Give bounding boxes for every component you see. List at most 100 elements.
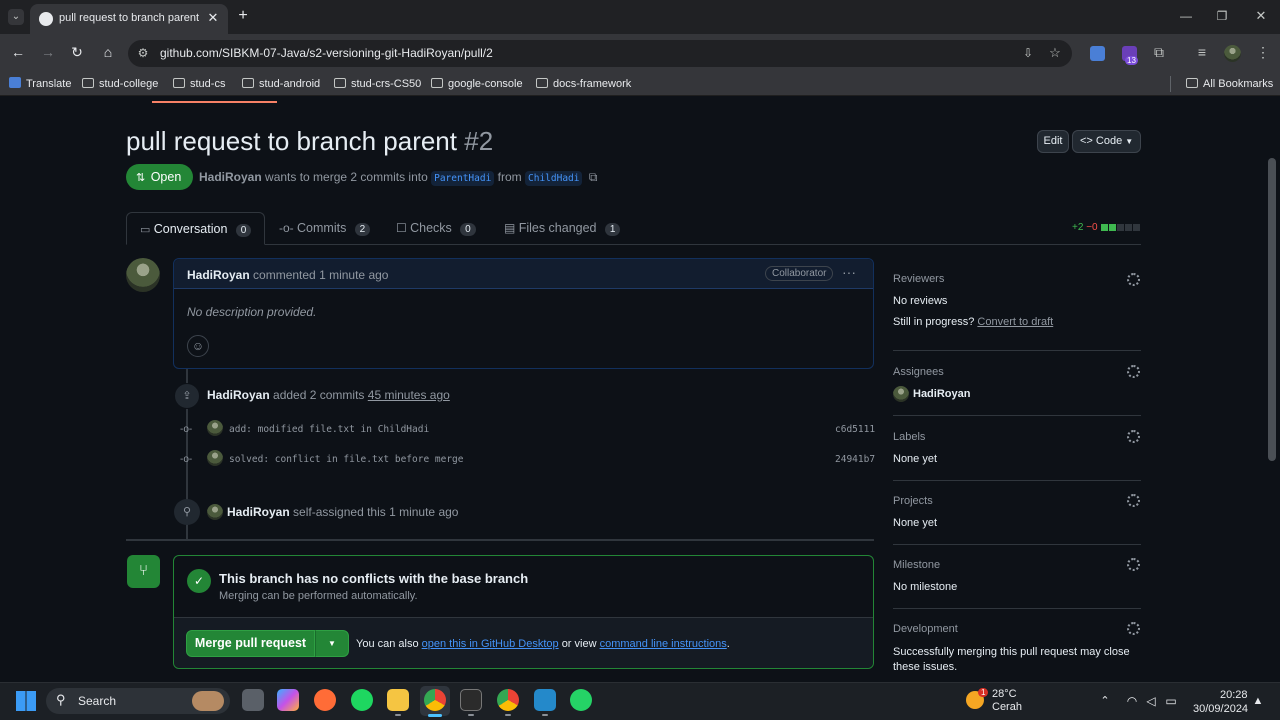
state-badge: ⇅ Open — [126, 164, 193, 190]
back-icon[interactable]: ← — [10, 44, 26, 60]
tray-chevron-icon[interactable]: ⌃ — [1099, 693, 1111, 709]
assignees-heading[interactable]: Assignees — [893, 366, 944, 378]
code-button[interactable]: <> Code ▼ — [1072, 130, 1141, 153]
head-branch[interactable]: ChildHadi — [525, 171, 583, 186]
tabs-bottom-border — [126, 244, 1141, 245]
development-value: Successfully merging this pull request m… — [893, 646, 1130, 673]
clock-time[interactable]: 20:28 — [1220, 689, 1248, 701]
reviewers-gear-icon[interactable] — [1127, 273, 1140, 286]
assignee-name[interactable]: HadiRoyan — [913, 388, 970, 400]
maximize-icon[interactable]: ❐ — [1214, 8, 1230, 24]
bookmarks-divider — [1170, 76, 1171, 92]
spotify-icon[interactable] — [351, 689, 373, 711]
comment-author[interactable]: HadiRoyan — [187, 268, 250, 282]
volume-icon[interactable]: ◁ — [1144, 693, 1158, 709]
commit-message[interactable]: add: modified file.txt in ChildHadi — [229, 424, 429, 435]
milestone-heading[interactable]: Milestone — [893, 559, 940, 571]
site-info-icon[interactable]: ⚙ — [136, 45, 150, 61]
caret-down-icon: ▼ — [1125, 137, 1134, 146]
reviewers-heading[interactable]: Reviewers — [893, 273, 944, 285]
reload-icon[interactable]: ↻ — [69, 44, 85, 60]
file-explorer-icon[interactable] — [387, 689, 409, 711]
weather-widget[interactable]: 1 28°C Cerah — [966, 688, 1026, 714]
progress-row: Still in progress? Convert to draft — [893, 316, 1054, 328]
bookmark-translate[interactable]: Translate — [9, 77, 71, 91]
terminal-icon[interactable] — [460, 689, 482, 711]
address-bar[interactable]: ⚙ github.com/SIBKM-07-Java/s2-versioning… — [128, 40, 1072, 67]
milestone-value: No milestone — [893, 581, 958, 593]
convert-to-draft-link[interactable]: Convert to draft — [977, 316, 1053, 328]
forward-icon[interactable]: → — [40, 44, 56, 60]
task-view-icon[interactable] — [242, 689, 264, 711]
milestone-gear-icon[interactable] — [1127, 558, 1140, 571]
tab-commits[interactable]: -o- Commits 2 — [279, 221, 371, 236]
taskbar-search-label: Search — [78, 694, 117, 708]
taskbar-search[interactable]: ⚲ Search — [46, 688, 230, 714]
translate-extension-icon[interactable] — [1090, 46, 1105, 61]
commit-message[interactable]: solved: conflict in file.txt before merg… — [229, 454, 464, 465]
bookmark-folder[interactable]: stud-college — [82, 77, 158, 91]
reading-list-icon[interactable]: ≡ — [1194, 44, 1210, 60]
bookmark-folder[interactable]: stud-cs — [173, 77, 225, 91]
chrome-menu-icon[interactable]: ⋮ — [1256, 44, 1270, 60]
window-close-icon[interactable]: ✕ — [1253, 8, 1269, 24]
home-icon[interactable]: ⌂ — [100, 44, 116, 60]
install-app-icon[interactable]: ⇩ — [1020, 45, 1036, 61]
running-indicator — [542, 714, 548, 716]
bookmark-folder[interactable]: stud-crs-CS50 — [334, 77, 421, 91]
tab-title: pull request to branch parent b — [59, 12, 199, 24]
cli-instructions-link[interactable]: command line instructions — [600, 638, 727, 650]
wifi-icon[interactable]: ◠ — [1125, 693, 1139, 709]
comment-author-avatar[interactable] — [126, 258, 160, 292]
merge-method-dropdown[interactable]: ▼ — [315, 630, 349, 657]
comment-time[interactable]: 1 minute ago — [319, 268, 388, 282]
projects-gear-icon[interactable] — [1127, 494, 1140, 507]
minimize-icon[interactable]: — — [1178, 8, 1194, 24]
assignees-gear-icon[interactable] — [1127, 365, 1140, 378]
commit-sha[interactable]: 24941b7 — [835, 454, 875, 465]
notification-bell-icon[interactable]: ▲ — [1252, 693, 1264, 709]
github-desktop-link[interactable]: open this in GitHub Desktop — [422, 638, 559, 650]
start-icon[interactable] — [16, 691, 36, 711]
tab-checks[interactable]: ☐ Checks 0 — [396, 221, 476, 236]
clock-date[interactable]: 30/09/2024 — [1193, 703, 1248, 715]
browser-tab[interactable]: pull request to branch parent b ✕ — [30, 4, 228, 34]
labels-gear-icon[interactable] — [1127, 430, 1140, 443]
projects-heading[interactable]: Projects — [893, 495, 933, 507]
extensions-puzzle-icon[interactable]: ⧉ — [1151, 44, 1167, 60]
chrome-profile-icon[interactable] — [497, 689, 519, 711]
add-reaction-icon[interactable]: ☺ — [187, 335, 209, 357]
base-branch[interactable]: ParentHadi — [431, 171, 495, 186]
all-bookmarks[interactable]: All Bookmarks — [1186, 77, 1273, 91]
copilot-icon[interactable] — [277, 689, 299, 711]
new-tab-icon[interactable]: + — [235, 8, 251, 24]
commit-sha[interactable]: c6d5111 — [835, 424, 875, 435]
bookmark-folder[interactable]: google-console — [431, 77, 523, 91]
commit-dot-icon: -o- — [180, 454, 193, 465]
running-indicator — [468, 714, 474, 716]
labels-heading[interactable]: Labels — [893, 431, 925, 443]
copy-icon[interactable]: ⧉ — [589, 170, 598, 184]
bookmark-folder[interactable]: stud-android — [242, 77, 320, 91]
whatsapp-icon[interactable] — [570, 689, 592, 711]
bookmark-star-icon[interactable]: ☆ — [1047, 45, 1063, 61]
battery-icon[interactable]: ▭ — [1164, 693, 1178, 709]
development-heading[interactable]: Development — [893, 623, 958, 635]
tab-close-icon[interactable]: ✕ — [205, 10, 221, 26]
chrome-icon[interactable] — [424, 689, 446, 711]
edit-button[interactable]: Edit — [1037, 130, 1069, 153]
kebab-icon[interactable]: ··· — [842, 264, 856, 280]
postman-icon[interactable] — [314, 689, 336, 711]
development-gear-icon[interactable] — [1127, 622, 1140, 635]
tab-files-changed[interactable]: ▤ Files changed 1 — [504, 221, 621, 236]
tab-conversation[interactable]: ▭ Conversation 0 — [126, 212, 265, 245]
bookmark-folder[interactable]: docs-framework — [536, 77, 631, 91]
folder-icon — [431, 78, 443, 88]
tab-search-icon[interactable]: ⌄ — [8, 9, 24, 25]
vscode-icon[interactable] — [534, 689, 556, 711]
page-scrollbar[interactable] — [1268, 158, 1276, 461]
author-link[interactable]: HadiRoyan — [199, 170, 262, 184]
pr-title: pull request to branch parent — [126, 126, 457, 156]
merge-pr-button[interactable]: Merge pull request — [186, 630, 315, 657]
profile-avatar[interactable] — [1224, 45, 1241, 62]
